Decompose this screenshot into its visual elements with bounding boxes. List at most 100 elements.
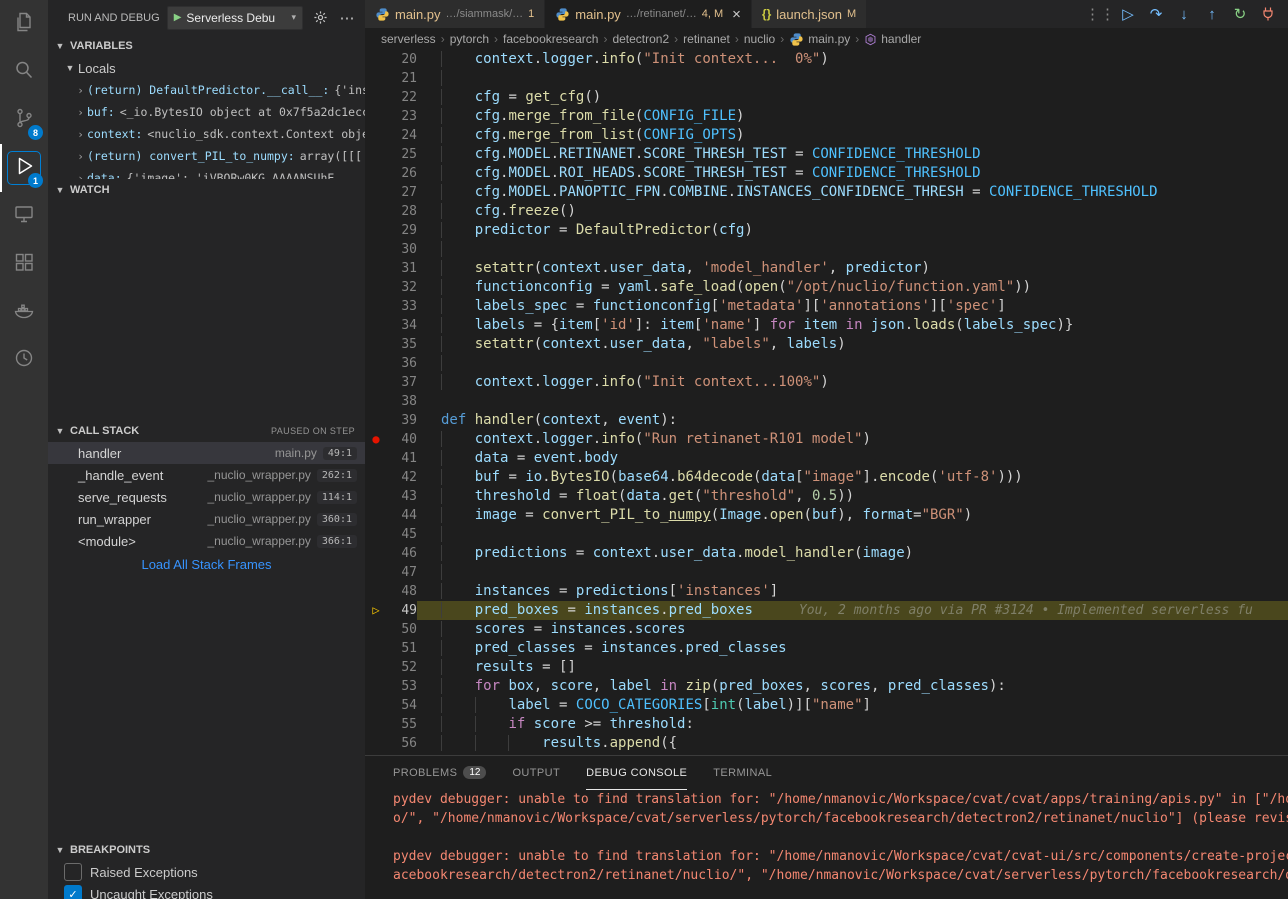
code-line[interactable]: 43 threshold = float(data.get("threshold… [365,487,1288,506]
debug-restart-button[interactable]: ↻ [1228,2,1252,26]
debug-step-over-button[interactable]: ↷ [1144,2,1168,26]
activity-item-docker[interactable] [0,288,48,336]
start-debug-icon[interactable]: ▶ [174,12,182,23]
code-line[interactable]: 50 scores = instances.scores [365,620,1288,639]
breakpoint-item[interactable]: ✓Uncaught Exceptions [48,883,365,899]
code-line[interactable]: 32 functionconfig = yaml.safe_load(open(… [365,278,1288,297]
gutter-margin[interactable] [365,696,387,715]
gutter-margin[interactable] [365,734,387,753]
code-line[interactable]: 45 [365,525,1288,544]
drag-handle-icon[interactable]: ⋮⋮ [1088,2,1112,26]
debug-continue-button[interactable]: ▷ [1116,2,1140,26]
gutter-margin[interactable] [365,620,387,639]
stack-frame[interactable]: serve_requests_nuclio_wrapper.py114:1 [48,486,365,508]
breadcrumb-item[interactable]: handler [864,32,921,46]
code-line[interactable]: 55 if score >= threshold: [365,715,1288,734]
gutter-margin[interactable] [365,202,387,221]
code-line[interactable]: 34 labels = {item['id']: item['name'] fo… [365,316,1288,335]
code-line[interactable]: 42 buf = io.BytesIO(base64.b64decode(dat… [365,468,1288,487]
debug-step-into-button[interactable]: ↓ [1172,2,1196,26]
breadcrumb-item[interactable]: detectron2 [612,32,669,46]
gutter-margin[interactable] [365,563,387,582]
gutter-margin[interactable] [365,297,387,316]
gutter-margin[interactable] [365,88,387,107]
code-line[interactable]: 29 predictor = DefaultPredictor(cfg) [365,221,1288,240]
gutter-margin[interactable] [365,392,387,411]
gutter-margin[interactable] [365,107,387,126]
more-actions-icon[interactable]: ⋯ [337,7,357,29]
activity-item-source-control[interactable]: 8 [0,96,48,144]
stack-frame[interactable]: run_wrapper_nuclio_wrapper.py360:1 [48,508,365,530]
code-line[interactable]: 26 cfg.MODEL.ROI_HEADS.SCORE_THRESH_TEST… [365,164,1288,183]
activity-item-search[interactable] [0,48,48,96]
code-line[interactable]: 28 cfg.freeze() [365,202,1288,221]
locals-scope[interactable]: ▼ Locals [48,57,365,79]
code-line[interactable]: 48 instances = predictions['instances'] [365,582,1288,601]
breadcrumb-item[interactable]: facebookresearch [503,32,598,46]
close-icon[interactable]: × [732,6,741,23]
code-line[interactable]: 31 setattr(context.user_data, 'model_han… [365,259,1288,278]
code-line[interactable]: 33 labels_spec = functionconfig['metadat… [365,297,1288,316]
code-line[interactable]: 41 data = event.body [365,449,1288,468]
gutter-margin[interactable] [365,69,387,88]
watch-section-header[interactable]: ▼ WATCH [48,179,365,201]
code-line[interactable]: 46 predictions = context.user_data.model… [365,544,1288,563]
activity-item-run-and-debug[interactable]: 1 [0,144,48,192]
code-editor[interactable]: 20 context.logger.info("Init context... … [365,50,1288,755]
gutter-margin[interactable] [365,582,387,601]
gutter-margin[interactable] [365,316,387,335]
gutter-margin[interactable] [365,373,387,392]
breadcrumb-item[interactable]: nuclio [744,32,775,46]
activity-item-explorer[interactable] [0,0,48,48]
gutter-margin[interactable] [365,468,387,487]
load-all-stack-frames-link[interactable]: Load All Stack Frames [48,552,365,576]
variable-row[interactable]: ›context:<nuclio_sdk.context.Context obj… [48,123,365,145]
gutter-margin[interactable] [365,639,387,658]
call-stack-section-header[interactable]: ▼ CALL STACK PAUSED ON STEP [48,420,365,442]
debug-disconnect-button[interactable] [1256,2,1280,26]
tab[interactable]: main.py…/siammask/…1 [365,0,545,28]
tab[interactable]: main.py…/retinanet/…4, M× [545,0,752,28]
activity-item-extensions[interactable] [0,240,48,288]
gutter-margin[interactable]: ● [365,430,387,449]
code-line[interactable]: 56 results.append({ [365,734,1288,753]
code-line[interactable]: 44 image = convert_PIL_to_numpy(Image.op… [365,506,1288,525]
gutter-margin[interactable] [365,449,387,468]
code-line[interactable]: 38 [365,392,1288,411]
gutter-margin[interactable] [365,544,387,563]
panel-tab-debug-console[interactable]: DEBUG CONSOLE [586,756,687,790]
variable-row[interactable]: ›(return) convert_PIL_to_numpy:array([[[… [48,145,365,167]
variable-row[interactable]: ›buf:<_io.BytesIO object at 0x7f5a2dc1ec… [48,101,365,123]
panel-tab-output[interactable]: OUTPUT [512,756,560,790]
code-line[interactable]: 25 cfg.MODEL.RETINANET.SCORE_THRESH_TEST… [365,145,1288,164]
gutter-margin[interactable] [365,525,387,544]
code-line[interactable]: 39def handler(context, event): [365,411,1288,430]
panel-tab-terminal[interactable]: TERMINAL [713,756,772,790]
debug-step-out-button[interactable]: ↑ [1200,2,1224,26]
code-line[interactable]: 23 cfg.merge_from_file(CONFIG_FILE) [365,107,1288,126]
code-line[interactable]: 47 [365,563,1288,582]
gutter-margin[interactable]: ▷ [365,601,387,620]
gutter-margin[interactable] [365,487,387,506]
code-line[interactable]: 37 context.logger.info("Init context...1… [365,373,1288,392]
gutter-margin[interactable] [365,183,387,202]
tab[interactable]: {}launch.jsonM [752,0,867,28]
gear-icon[interactable] [310,7,330,29]
breadcrumb-item[interactable]: retinanet [683,32,730,46]
breadcrumb-item[interactable]: serverless [381,32,436,46]
code-line[interactable]: ●40 context.logger.info("Run retinanet-R… [365,430,1288,449]
gutter-margin[interactable] [365,50,387,69]
debug-config-dropdown[interactable]: ▶ Serverless Debu ▾ [167,6,303,30]
code-line[interactable]: 35 setattr(context.user_data, "labels", … [365,335,1288,354]
stack-frame[interactable]: handlermain.py49:1 [48,442,365,464]
panel-tab-problems[interactable]: PROBLEMS12 [393,756,486,790]
checkbox[interactable]: ✓ [64,885,82,899]
code-line[interactable]: 52 results = [] [365,658,1288,677]
code-line[interactable]: 36 [365,354,1288,373]
gutter-margin[interactable] [365,126,387,145]
stack-frame[interactable]: <module>_nuclio_wrapper.py366:1 [48,530,365,552]
debug-console-output[interactable]: pydev debugger: unable to find translati… [365,790,1288,885]
variable-row[interactable]: ›data:{'image': 'iVBORw0KG…AAAANSUhE… [48,167,365,179]
checkbox[interactable] [64,863,82,881]
variables-section-header[interactable]: ▼ VARIABLES [48,35,365,57]
